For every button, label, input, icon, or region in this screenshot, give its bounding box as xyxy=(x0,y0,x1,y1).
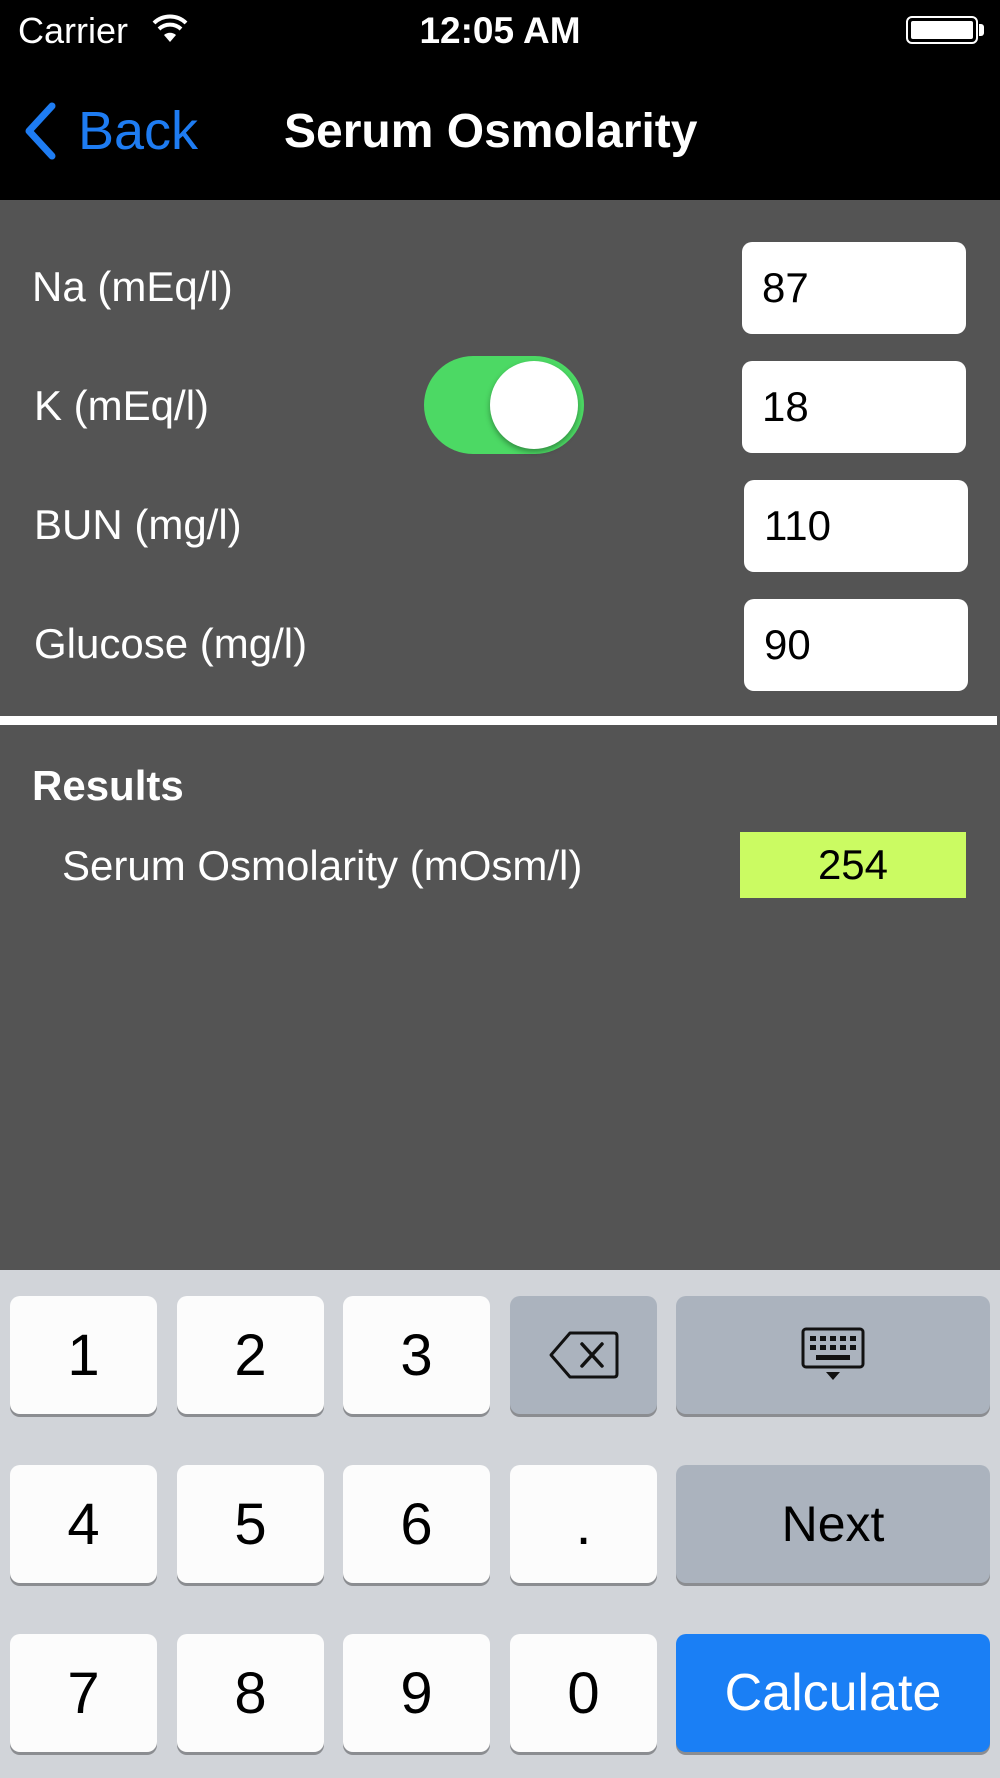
result-label: Serum Osmolarity (mOsm/l) xyxy=(62,842,583,889)
chevron-left-icon xyxy=(25,102,56,160)
back-button[interactable]: Back xyxy=(24,96,198,166)
k-label: K (mEq/l) xyxy=(34,382,210,429)
key-2[interactable]: 2 xyxy=(177,1296,324,1414)
backspace-icon xyxy=(549,1331,618,1379)
calculate-key[interactable]: Calculate xyxy=(676,1634,990,1752)
keyboard-dismiss-icon xyxy=(801,1327,865,1380)
delete-key[interactable] xyxy=(510,1296,657,1414)
key-decimal[interactable]: . xyxy=(510,1465,657,1583)
key-0[interactable]: 0 xyxy=(510,1634,657,1752)
glucose-label: Glucose (mg/l) xyxy=(34,620,308,667)
bun-input[interactable] xyxy=(744,480,968,572)
dismiss-keyboard-key[interactable] xyxy=(676,1296,990,1414)
section-divider xyxy=(0,716,997,725)
battery-icon xyxy=(906,16,978,44)
toggle-knob xyxy=(490,361,578,449)
key-5[interactable]: 5 xyxy=(177,1465,324,1583)
results-heading: Results xyxy=(32,762,184,809)
top-bar: Carrier 12:05 AM Back Serum Osmolarity xyxy=(0,0,1000,200)
key-9[interactable]: 9 xyxy=(343,1634,490,1752)
key-3[interactable]: 3 xyxy=(343,1296,490,1414)
k-input[interactable] xyxy=(742,361,966,453)
key-8[interactable]: 8 xyxy=(177,1634,324,1752)
numeric-keyboard: 1 2 3 4 5 6 . Next 7 8 9 0 Calculate xyxy=(0,1270,1000,1778)
key-1[interactable]: 1 xyxy=(10,1296,157,1414)
back-label: Back xyxy=(78,101,199,161)
key-7[interactable]: 7 xyxy=(10,1634,157,1752)
k-toggle[interactable] xyxy=(424,356,584,454)
result-value: 254 xyxy=(740,832,966,898)
glucose-input[interactable] xyxy=(744,599,968,691)
status-time: 12:05 AM xyxy=(419,10,581,51)
bun-label: BUN (mg/l) xyxy=(34,501,242,548)
battery-tip xyxy=(979,24,984,36)
page-title: Serum Osmolarity xyxy=(284,105,698,158)
na-label: Na (mEq/l) xyxy=(32,263,233,310)
na-input[interactable] xyxy=(742,242,966,334)
key-4[interactable]: 4 xyxy=(10,1465,157,1583)
next-key[interactable]: Next xyxy=(676,1465,990,1583)
key-6[interactable]: 6 xyxy=(343,1465,490,1583)
